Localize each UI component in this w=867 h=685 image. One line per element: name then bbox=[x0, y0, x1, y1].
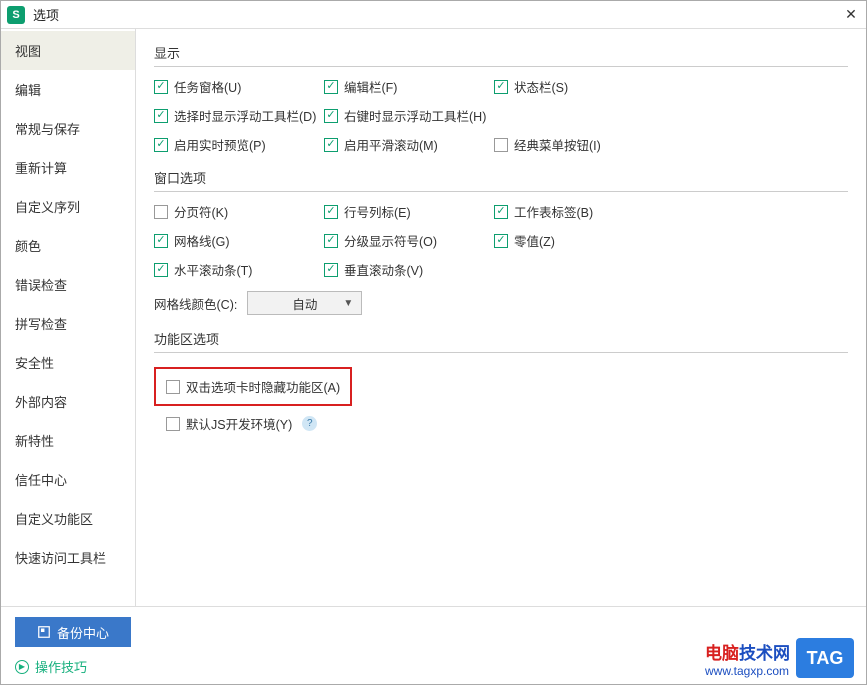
checkbox-icon bbox=[154, 205, 168, 219]
checkbox-icon bbox=[154, 80, 168, 94]
checkbox-label: 启用平滑滚动(M) bbox=[344, 135, 438, 154]
checkbox-label: 行号列标(E) bbox=[344, 202, 411, 221]
checkbox-label: 分级显示符号(O) bbox=[344, 231, 437, 250]
sidebar-item-11[interactable]: 信任中心 bbox=[1, 460, 135, 499]
group-window-title: 窗口选项 bbox=[154, 168, 848, 187]
tips-label: 操作技巧 bbox=[35, 657, 87, 676]
sidebar-item-12[interactable]: 自定义功能区 bbox=[1, 499, 135, 538]
titlebar: S 选项 ✕ bbox=[1, 1, 866, 29]
group-display-title: 显示 bbox=[154, 43, 848, 62]
checkbox-label: 垂直滚动条(V) bbox=[344, 260, 423, 279]
checkbox-label: 零值(Z) bbox=[514, 231, 555, 250]
sidebar-item-10[interactable]: 新特性 bbox=[1, 421, 135, 460]
sidebar-item-4[interactable]: 自定义序列 bbox=[1, 187, 135, 226]
checkbox-icon bbox=[324, 80, 338, 94]
checkbox-display-6[interactable]: 启用实时预览(P) bbox=[154, 135, 324, 154]
checkbox-display-2[interactable]: 状态栏(S) bbox=[494, 77, 664, 96]
watermark: 电脑技术网 www.tagxp.com TAG bbox=[705, 638, 854, 678]
sidebar-item-5[interactable]: 颜色 bbox=[1, 226, 135, 265]
checkbox-icon bbox=[154, 234, 168, 248]
backup-center-label: 备份中心 bbox=[57, 623, 109, 642]
checkbox-icon bbox=[494, 234, 508, 248]
checkbox-label: 右键时显示浮动工具栏(H) bbox=[344, 106, 486, 125]
group-window: 窗口选项 分页符(K) 行号列标(E) 工作表标签(B) 网格线(G) 分级显示符号(O… bbox=[154, 168, 848, 315]
sidebar-item-9[interactable]: 外部内容 bbox=[1, 382, 135, 421]
checkbox-window-5[interactable]: 零值(Z) bbox=[494, 231, 664, 250]
play-icon: ▶ bbox=[15, 660, 29, 674]
checkbox-icon bbox=[166, 417, 180, 431]
checkbox-icon bbox=[494, 205, 508, 219]
checkbox-window-1[interactable]: 行号列标(E) bbox=[324, 202, 494, 221]
sidebar-item-1[interactable]: 编辑 bbox=[1, 70, 135, 109]
checkbox-icon bbox=[154, 263, 168, 277]
checkbox-display-7[interactable]: 启用平滑滚动(M) bbox=[324, 135, 494, 154]
checkbox-label: 默认JS开发环境(Y) bbox=[186, 414, 292, 433]
gridcolor-label: 网格线颜色(C): bbox=[154, 294, 237, 313]
checkbox-label: 网格线(G) bbox=[174, 231, 230, 250]
sidebar-item-0[interactable]: 视图 bbox=[1, 31, 135, 70]
backup-icon bbox=[37, 625, 51, 639]
checkbox-icon bbox=[324, 263, 338, 277]
backup-center-button[interactable]: 备份中心 bbox=[15, 617, 131, 647]
sidebar-item-6[interactable]: 错误检查 bbox=[1, 265, 135, 304]
checkbox-window-3[interactable]: 网格线(G) bbox=[154, 231, 324, 250]
checkbox-display-0[interactable]: 任务窗格(U) bbox=[154, 77, 324, 96]
checkbox-icon bbox=[324, 138, 338, 152]
checkbox-window-7[interactable]: 垂直滚动条(V) bbox=[324, 260, 494, 279]
checkbox-icon bbox=[324, 234, 338, 248]
checkbox-icon bbox=[166, 380, 180, 394]
group-ribbon: 功能区选项 双击选项卡时隐藏功能区(A) 默认JS开发环境(Y) ? bbox=[154, 329, 848, 433]
watermark-url: www.tagxp.com bbox=[705, 664, 790, 678]
watermark-text-blue: 技术网 bbox=[739, 644, 790, 663]
checkbox-icon bbox=[154, 109, 168, 123]
group-display: 显示 任务窗格(U) 编辑栏(F) 状态栏(S) 选择时显示浮动工具栏(D) 右键时显示… bbox=[154, 43, 848, 154]
checkbox-window-0[interactable]: 分页符(K) bbox=[154, 202, 324, 221]
checkbox-label: 选择时显示浮动工具栏(D) bbox=[174, 106, 316, 125]
chevron-down-icon: ▼ bbox=[343, 298, 353, 309]
sidebar: 视图编辑常规与保存重新计算自定义序列颜色错误检查拼写检查安全性外部内容新特性信任… bbox=[1, 29, 136, 606]
checkbox-display-1[interactable]: 编辑栏(F) bbox=[324, 77, 494, 96]
checkbox-window-2[interactable]: 工作表标签(B) bbox=[494, 202, 664, 221]
footer: 备份中心 ▶ 操作技巧 电脑技术网 www.tagxp.com TAG bbox=[1, 606, 866, 684]
app-icon: S bbox=[7, 6, 25, 24]
checkbox-display-3[interactable]: 选择时显示浮动工具栏(D) bbox=[154, 106, 324, 125]
sidebar-item-2[interactable]: 常规与保存 bbox=[1, 109, 135, 148]
help-icon[interactable]: ? bbox=[302, 416, 317, 431]
checkbox-icon bbox=[324, 205, 338, 219]
checkbox-label: 双击选项卡时隐藏功能区(A) bbox=[186, 377, 340, 396]
watermark-text-red: 电脑 bbox=[705, 644, 739, 663]
group-ribbon-title: 功能区选项 bbox=[154, 329, 848, 348]
sidebar-item-7[interactable]: 拼写检查 bbox=[1, 304, 135, 343]
checkbox-hide-ribbon-dblclick[interactable]: 双击选项卡时隐藏功能区(A) bbox=[166, 377, 340, 396]
checkbox-label: 任务窗格(U) bbox=[174, 77, 241, 96]
checkbox-label: 分页符(K) bbox=[174, 202, 228, 221]
checkbox-default-js-env[interactable]: 默认JS开发环境(Y) bbox=[166, 414, 292, 433]
checkbox-display-4[interactable]: 右键时显示浮动工具栏(H) bbox=[324, 106, 494, 125]
checkbox-label: 工作表标签(B) bbox=[514, 202, 593, 221]
sidebar-item-3[interactable]: 重新计算 bbox=[1, 148, 135, 187]
close-button[interactable]: ✕ bbox=[842, 6, 860, 24]
highlight-box: 双击选项卡时隐藏功能区(A) bbox=[154, 367, 352, 406]
checkbox-display-8[interactable]: 经典菜单按钮(I) bbox=[494, 135, 664, 154]
checkbox-icon bbox=[324, 109, 338, 123]
checkbox-window-4[interactable]: 分级显示符号(O) bbox=[324, 231, 494, 250]
checkbox-icon bbox=[494, 80, 508, 94]
sidebar-item-8[interactable]: 安全性 bbox=[1, 343, 135, 382]
gridcolor-value: 自动 bbox=[292, 294, 317, 313]
content-panel: 显示 任务窗格(U) 编辑栏(F) 状态栏(S) 选择时显示浮动工具栏(D) 右键时显示… bbox=[136, 29, 866, 606]
checkbox-icon bbox=[494, 138, 508, 152]
gridcolor-select[interactable]: 自动 ▼ bbox=[247, 291, 362, 315]
checkbox-window-6[interactable]: 水平滚动条(T) bbox=[154, 260, 324, 279]
watermark-tag: TAG bbox=[796, 638, 854, 678]
checkbox-label: 经典菜单按钮(I) bbox=[514, 135, 601, 154]
checkbox-icon bbox=[154, 138, 168, 152]
checkbox-label: 水平滚动条(T) bbox=[174, 260, 252, 279]
checkbox-label: 编辑栏(F) bbox=[344, 77, 397, 96]
window-title: 选项 bbox=[33, 5, 842, 24]
checkbox-label: 启用实时预览(P) bbox=[174, 135, 266, 154]
sidebar-item-13[interactable]: 快速访问工具栏 bbox=[1, 538, 135, 577]
checkbox-label: 状态栏(S) bbox=[514, 77, 568, 96]
